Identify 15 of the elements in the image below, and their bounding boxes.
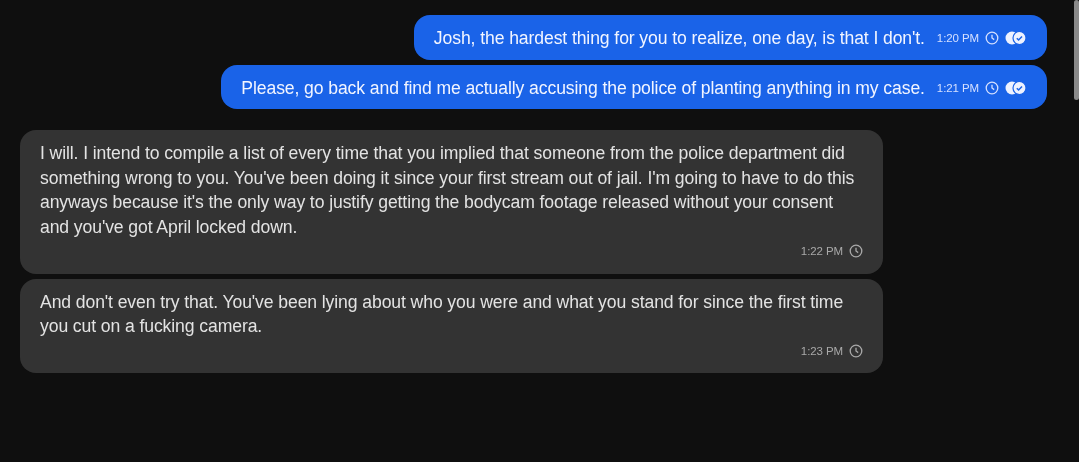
clock-icon [985, 31, 999, 46]
message-time: 1:21 PM [936, 80, 979, 96]
clock-icon [849, 343, 863, 358]
message-time: 1:22 PM [800, 244, 843, 259]
message-text: Josh, the hardest thing for you to realize, one day, is that I don't. [433, 27, 925, 50]
message-time: 1:20 PM [936, 31, 979, 46]
message-text: And don't even try that. You've been lying about who you were and what you stand for since the first time you cut on a fucking camera. [40, 290, 845, 338]
message-text: Please, go back and find me actually accusing the police of planting anything in my case. [241, 76, 925, 100]
message-time: 1:23 PM [800, 343, 843, 359]
clock-icon [985, 80, 999, 95]
message-text: I will. I intend to compile a list of every time that you implied that someone from the police department did something wrong to you. You've been doing it since your first stream out of jail. I'm going to have to do this anyways because it's the only way to justify getting the bodycam footage released without your consent and you've got April locked down. [40, 142, 856, 239]
double-check-icon [1005, 31, 1027, 46]
double-check-icon [1005, 80, 1027, 95]
clock-icon [849, 244, 863, 259]
scrollbar[interactable] [1074, 0, 1079, 100]
